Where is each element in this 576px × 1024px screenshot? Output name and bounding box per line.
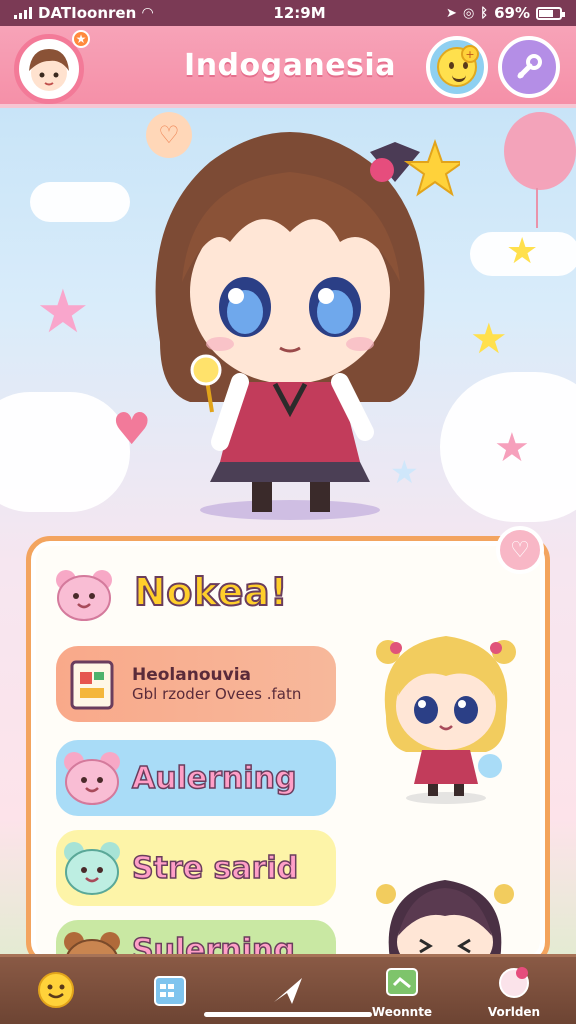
- lesson-title: Heolanouvia: [132, 665, 251, 685]
- yellow-star-icon: ★: [470, 314, 508, 363]
- nav-world[interactable]: Vorlden: [466, 961, 562, 1021]
- learning-label: Aulerning: [131, 760, 297, 797]
- badge-icon: [494, 963, 534, 1003]
- app-header: ★ Indoganesia +: [0, 26, 576, 108]
- mint-bear-icon: [64, 842, 120, 895]
- store-label: Stre sarid: [131, 850, 299, 887]
- lesson-subtitle: Gbl rzoder Ovees .fatn: [132, 685, 302, 703]
- carrier-name: DATIoonren: [38, 4, 137, 22]
- main-character: [155, 132, 460, 520]
- calendar-icon: [150, 970, 190, 1010]
- tools-button[interactable]: [498, 36, 560, 98]
- plus-badge-icon: +: [461, 45, 479, 63]
- battery-icon: [536, 6, 565, 20]
- cloud-decoration: [30, 182, 130, 222]
- menu-item-learning[interactable]: Aulerning: [56, 740, 336, 816]
- map-icon: [382, 963, 422, 1003]
- app-title: Indoganesia: [184, 48, 396, 83]
- emoji-button[interactable]: +: [426, 36, 488, 98]
- wifi-icon: ◠: [142, 5, 154, 21]
- menu-item-store[interactable]: Stre sarid: [56, 830, 336, 906]
- book-icon: [70, 660, 114, 710]
- nav-world-label: Vorlden: [487, 1005, 541, 1019]
- signal-icon: [14, 7, 32, 19]
- home-indicator[interactable]: [204, 1012, 372, 1017]
- heart-icon: ♡: [510, 537, 530, 563]
- menu-item-lesson[interactable]: Heolanouvia Gbl rzoder Ovees .fatn: [56, 646, 336, 722]
- bluetooth-icon: ᛒ: [480, 5, 489, 21]
- smiley-icon: +: [437, 45, 479, 87]
- brunette-chibi-character: [376, 880, 514, 960]
- cloud-decoration: [0, 392, 130, 512]
- pink-star-icon: ★: [494, 425, 530, 471]
- card-title: Nokea!: [133, 569, 288, 615]
- nav-home[interactable]: [8, 961, 104, 1021]
- alarm-icon: ◎: [462, 5, 475, 21]
- pink-bear-icon: [64, 752, 120, 805]
- status-bar: DATIoonren ◠ 12:9M ➤ ◎ ᛒ 69%: [0, 0, 576, 26]
- location-icon: ➤: [446, 5, 457, 21]
- pink-star-icon: ★: [36, 277, 90, 347]
- smiley-icon: [36, 970, 76, 1010]
- wrench-icon: [517, 54, 542, 79]
- status-time: 12:9M: [273, 4, 326, 22]
- paper-plane-icon: [268, 970, 308, 1010]
- bear-icon: [56, 570, 112, 621]
- avatar-badge: ★: [72, 30, 90, 48]
- balloon-string: [536, 188, 538, 228]
- battery-percent: 69%: [494, 4, 530, 22]
- favorite-button[interactable]: ♡: [496, 526, 544, 574]
- yellow-star-icon: ★: [506, 231, 539, 272]
- balloon-decoration: [504, 112, 576, 190]
- hero-scene: ♡ ★ ★ ★ ★ ★ ♥: [0, 112, 576, 532]
- blonde-chibi-character: [376, 636, 516, 804]
- nav-welcome-label: Weonnte: [371, 1005, 433, 1019]
- avatar-face-icon: [29, 49, 69, 91]
